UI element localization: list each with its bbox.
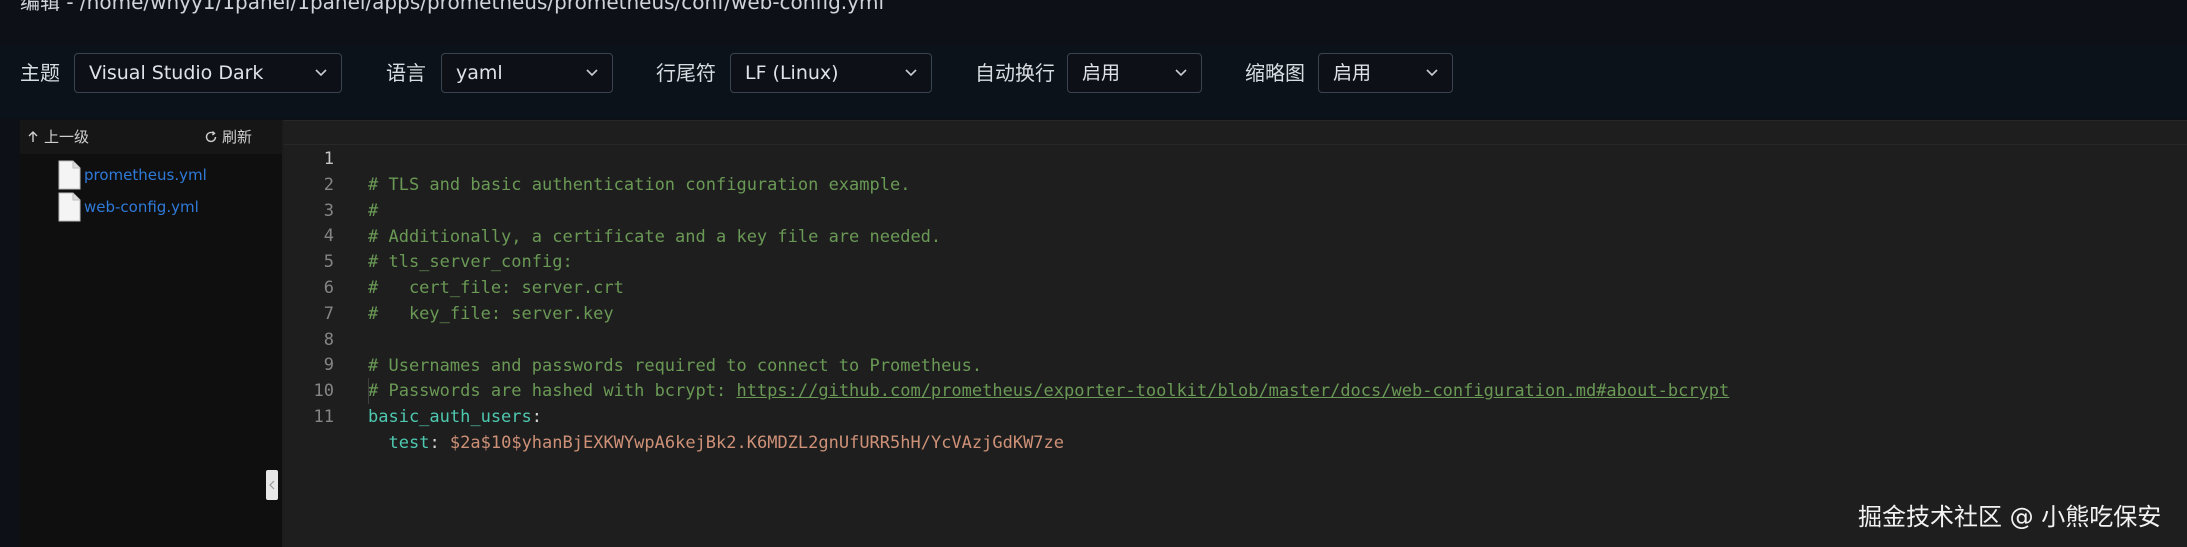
code-text: # xyxy=(368,200,379,221)
minimap-select-value: 启用 xyxy=(1333,62,1372,84)
code-line: 8 # Usernames and passwords required to … xyxy=(284,301,982,376)
yaml-key: test xyxy=(388,433,430,453)
indent-guide xyxy=(368,378,369,404)
code-line: 10 basic_auth_users: xyxy=(284,352,543,427)
go-up-button[interactable]: 上一级 xyxy=(26,126,89,147)
code-line: 3 # Additionally, a certificate and a ke… xyxy=(284,172,941,247)
yaml-colon: : xyxy=(531,407,543,428)
code-text: # TLS and basic authentication configura… xyxy=(368,175,911,195)
wordwrap-select-value: 启用 xyxy=(1082,62,1121,84)
yaml-colon: : xyxy=(429,433,450,453)
code-line: 5 # cert_file: server.crt xyxy=(284,223,624,298)
refresh-button[interactable]: 刷新 xyxy=(204,126,252,147)
code-text: # key_file: server.key xyxy=(368,304,614,324)
code-text: # Passwords are hashed with bcrypt: http… xyxy=(368,378,1729,404)
file-item-prometheus-yml[interactable]: prometheus.yml xyxy=(56,160,207,190)
code-text: # cert_file: server.crt xyxy=(368,278,624,299)
file-name: web-config.yml xyxy=(84,198,199,216)
current-line-highlight xyxy=(284,120,2187,145)
refresh-label: 刷新 xyxy=(222,128,253,146)
code-line: 4 # tls_server_config: xyxy=(284,197,573,272)
language-select-value: yaml xyxy=(456,62,503,84)
sidebar-collapse-handle[interactable] xyxy=(266,470,278,500)
refresh-icon xyxy=(205,130,217,142)
chevron-down-icon xyxy=(905,69,917,77)
code-line: 6 # key_file: server.key xyxy=(284,249,614,324)
arrow-up-icon xyxy=(28,130,38,142)
code-editor[interactable]: 1 # TLS and basic authentication configu… xyxy=(284,120,2187,547)
bcrypt-doc-link[interactable]: https://github.com/prometheus/exporter-t… xyxy=(736,381,1729,401)
file-icon xyxy=(58,160,81,190)
eol-select-value: LF (Linux) xyxy=(745,62,839,84)
code-text: basic_auth_users: xyxy=(368,404,542,430)
code-line: 1 # TLS and basic authentication configu… xyxy=(284,120,911,195)
chevron-down-icon xyxy=(586,69,598,77)
chevron-down-icon xyxy=(315,69,327,77)
chevron-down-icon xyxy=(1426,69,1438,77)
minimap-select[interactable]: 启用 xyxy=(1318,53,1453,93)
comment-prefix: # Passwords are hashed with bcrypt: xyxy=(368,381,737,402)
file-name: prometheus.yml xyxy=(84,166,207,184)
go-up-label: 上一级 xyxy=(44,128,90,146)
file-icon xyxy=(58,192,81,222)
wordwrap-label: 自动换行 xyxy=(975,61,1055,85)
language-label: 语言 xyxy=(386,61,426,85)
code-text: # Additionally, a certificate and a key … xyxy=(368,226,942,247)
wordwrap-select[interactable]: 启用 xyxy=(1067,53,1202,93)
code-line: 11 test: $2a$10$yhanBjEXKWYwpA6kejBk2.K6… xyxy=(284,378,1065,453)
code-line: 7 xyxy=(284,275,334,324)
yaml-value: $2a$10$yhanBjEXKWYwpA6kejBk2.K6MDZL2gnUf… xyxy=(449,433,1065,453)
code-line: 2 # xyxy=(284,146,379,221)
file-item-web-config-yml[interactable]: web-config.yml xyxy=(56,192,199,222)
theme-select-value: Visual Studio Dark xyxy=(89,62,264,84)
code-text: # Usernames and passwords required to co… xyxy=(368,355,983,376)
code-text: test: $2a$10$yhanBjEXKWYwpA6kejBk2.K6MDZ… xyxy=(368,430,1064,456)
file-path-title: 编辑 - /home/whyy1/1panel/1panel/apps/prom… xyxy=(20,0,884,14)
code-text: # tls_server_config: xyxy=(368,252,573,273)
chevron-left-icon xyxy=(269,480,275,490)
minimap-label: 缩略图 xyxy=(1245,61,1305,85)
line-number: 11 xyxy=(313,407,334,427)
chevron-down-icon xyxy=(1175,69,1187,77)
yaml-indent xyxy=(368,433,388,453)
yaml-key: basic_auth_users xyxy=(368,407,532,428)
eol-label: 行尾符 xyxy=(656,61,716,85)
file-tree-header: 上一级 刷新 xyxy=(20,120,282,154)
theme-label: 主题 xyxy=(20,61,60,85)
code-line: 9 # Passwords are hashed with bcrypt: ht… xyxy=(284,326,1730,401)
language-select[interactable]: yaml xyxy=(441,53,613,93)
eol-select[interactable]: LF (Linux) xyxy=(730,53,932,93)
watermark-text: 掘金技术社区 @ 小熊吃保安 xyxy=(1858,503,2162,531)
file-tree-sidebar: 上一级 刷新 prometheus.yml web-config.yml xyxy=(20,120,282,547)
editor-title-bar: 编辑 - /home/whyy1/1panel/1panel/apps/prom… xyxy=(0,0,2187,47)
theme-select[interactable]: Visual Studio Dark xyxy=(74,53,342,93)
